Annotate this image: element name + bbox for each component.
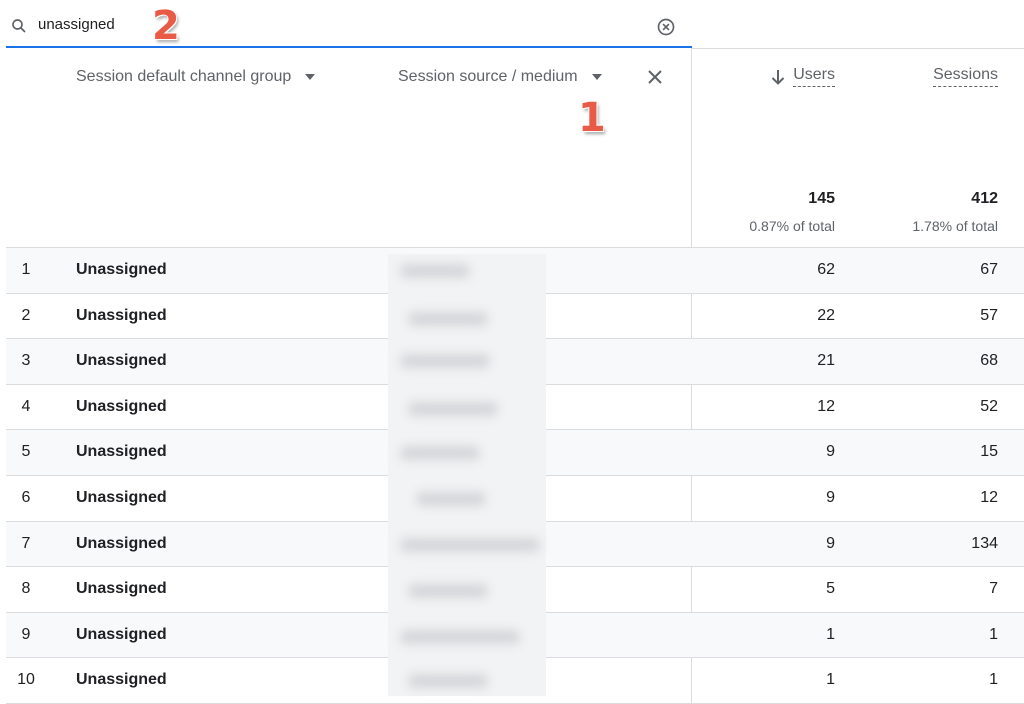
channel-group-cell: Unassigned (76, 534, 167, 552)
users-column-header[interactable]: Users (771, 66, 835, 87)
sessions-cell: 52 (980, 397, 998, 415)
sessions-total: 412 1.78% of total (912, 190, 998, 234)
users-cell: 9 (826, 488, 835, 506)
sessions-cell: 1 (989, 671, 998, 689)
sessions-column-header[interactable]: Sessions (933, 66, 998, 87)
row-index: 1 (21, 261, 31, 278)
row-index: 7 (21, 534, 31, 552)
channel-group-cell: Unassigned (76, 397, 167, 415)
search-input[interactable] (38, 10, 638, 38)
row-index: 3 (21, 352, 31, 370)
channel-group-cell: Unassigned (76, 488, 167, 506)
users-column-label: Users (793, 66, 835, 87)
channel-group-cell: Unassigned (76, 352, 167, 370)
sessions-total-percent: 1.78% of total (912, 218, 998, 234)
sessions-column-label: Sessions (933, 66, 998, 87)
sessions-cell: 7 (989, 580, 998, 598)
sessions-cell: 57 (980, 306, 998, 324)
sessions-cell: 134 (971, 534, 998, 552)
channel-group-cell: Unassigned (76, 580, 167, 598)
chevron-down-icon (591, 74, 602, 80)
chevron-down-icon (305, 74, 316, 80)
users-cell: 1 (826, 671, 835, 689)
dimension-header-row: Session default channel group Session so… (6, 48, 692, 248)
search-bar (6, 0, 692, 48)
row-index: 2 (21, 306, 31, 324)
row-index: 5 (21, 443, 31, 461)
sessions-total-value: 412 (971, 190, 998, 207)
row-index: 10 (17, 671, 35, 689)
users-cell: 62 (817, 261, 835, 278)
users-cell: 22 (817, 306, 835, 324)
channel-group-cell: Unassigned (76, 306, 167, 324)
users-cell: 9 (826, 443, 835, 461)
clear-icon[interactable] (656, 17, 676, 37)
redacted-source-medium-column (388, 254, 546, 696)
sessions-cell: 67 (980, 261, 998, 278)
row-index: 8 (21, 580, 31, 598)
users-total-value: 145 (808, 190, 835, 207)
close-icon[interactable] (648, 70, 662, 84)
row-index: 4 (21, 397, 31, 415)
header-divider (692, 48, 1024, 49)
secondary-dimension-label: Session source / medium (398, 68, 578, 85)
search-icon (12, 19, 26, 33)
users-cell: 1 (826, 625, 835, 643)
secondary-dimension-header[interactable]: Session source / medium (398, 68, 602, 86)
channel-group-cell: Unassigned (76, 625, 167, 643)
users-total: 145 0.87% of total (749, 190, 835, 234)
primary-dimension-header[interactable]: Session default channel group (76, 68, 316, 86)
users-cell: 5 (826, 580, 835, 598)
sessions-cell: 12 (980, 488, 998, 506)
sessions-cell: 15 (980, 443, 998, 461)
annotation-marker-2: 2 (152, 3, 180, 49)
annotation-marker-1: 1 (578, 95, 606, 141)
users-cell: 9 (826, 534, 835, 552)
primary-dimension-label: Session default channel group (76, 68, 292, 85)
channel-group-cell: Unassigned (76, 671, 167, 689)
sessions-cell: 68 (980, 352, 998, 370)
sessions-cell: 1 (989, 625, 998, 643)
users-total-percent: 0.87% of total (749, 218, 835, 234)
channel-group-cell: Unassigned (76, 443, 167, 461)
channel-group-cell: Unassigned (76, 261, 167, 278)
row-index: 6 (21, 488, 31, 506)
users-cell: 21 (817, 352, 835, 370)
row-index: 9 (21, 625, 31, 643)
users-cell: 12 (817, 397, 835, 415)
arrow-down-icon (772, 69, 785, 85)
